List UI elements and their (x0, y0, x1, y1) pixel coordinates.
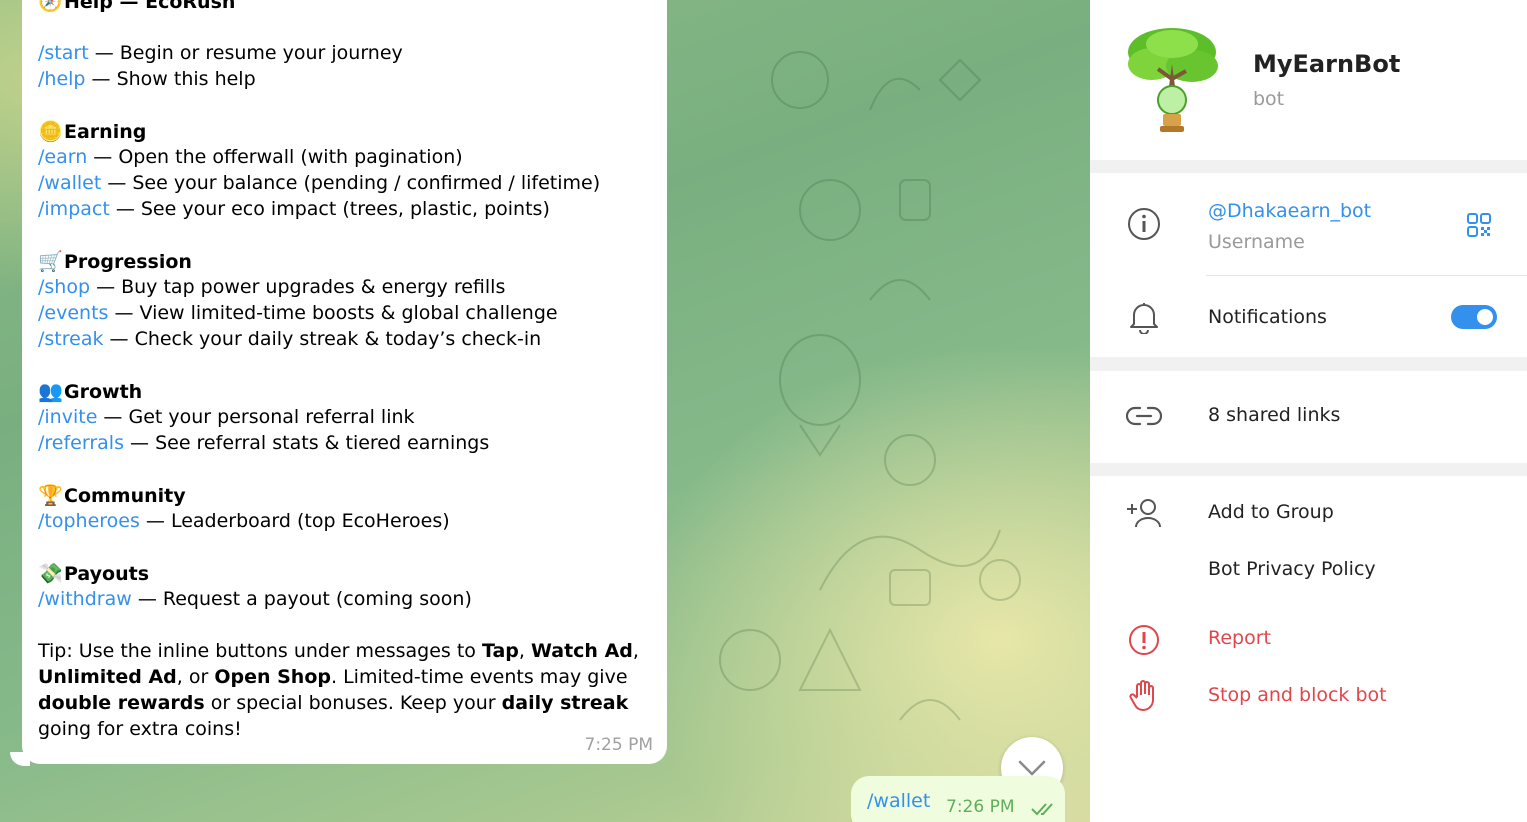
bot-type-label: bot (1253, 88, 1285, 110)
background-doodle (719, 627, 961, 721)
cart-icon: 🛒 (38, 249, 63, 273)
command-line: /topheroes — Leaderboard (top EcoHeroes) (38, 510, 450, 532)
notifications-label: Notifications (1208, 306, 1327, 328)
bubble-tail (10, 752, 30, 766)
command-line: /events — View limited-time boosts & glo… (38, 302, 558, 324)
message-title: 🧭Help — EcoRush (38, 0, 651, 14)
compass-icon: 🧭 (38, 0, 63, 13)
background-doodle (771, 51, 982, 111)
command-link[interactable]: /wallet (38, 172, 101, 194)
outgoing-time: 7:26 PM (946, 797, 1015, 817)
command-link[interactable]: /withdraw (38, 588, 132, 610)
command-line: /wallet — See your balance (pending / co… (38, 172, 601, 194)
outgoing-command[interactable]: /wallet (867, 790, 930, 812)
row-divider (1206, 275, 1527, 276)
command-link[interactable]: /help (38, 68, 85, 90)
bot-privacy-policy-link[interactable]: Bot Privacy Policy (1208, 558, 1376, 580)
info-icon (1128, 208, 1160, 240)
command-line: /earn — Open the offerwall (with paginat… (38, 146, 463, 168)
command-link[interactable]: /invite (38, 406, 97, 428)
tip-paragraph: Tip: Use the inline buttons under messag… (38, 640, 639, 740)
stop-and-block-button[interactable]: Stop and block bot (1208, 684, 1387, 706)
link-icon (1126, 406, 1162, 426)
command-line: /streak — Check your daily streak & toda… (38, 328, 542, 350)
divider (1090, 463, 1527, 476)
outgoing-message-bubble: /wallet 7:26 PM (851, 776, 1065, 822)
report-button[interactable]: Report (1208, 627, 1271, 649)
coin-icon: 🪙 (38, 119, 63, 143)
bot-avatar (1128, 28, 1218, 132)
add-user-icon (1127, 499, 1161, 528)
divider (1090, 160, 1527, 173)
command-line: /help — Show this help (38, 68, 256, 90)
command-line: /referrals — See referral stats & tiered… (38, 432, 490, 454)
money-icon: 💸 (38, 561, 63, 585)
add-to-group-button[interactable]: Add to Group (1208, 501, 1334, 523)
message-time: 7:25 PM (584, 735, 654, 755)
username-caption: Username (1208, 231, 1305, 253)
trophy-icon: 🏆 (38, 483, 63, 507)
section-heading-progression: 🛒Progression (38, 249, 192, 273)
command-link[interactable]: /shop (38, 276, 90, 298)
command-line: /invite — Get your personal referral lin… (38, 406, 415, 428)
chevron-down-icon (1018, 760, 1046, 776)
double-check-icon (1031, 803, 1053, 816)
hand-stop-icon (1129, 680, 1154, 711)
section-heading-growth: 👥Growth (38, 379, 143, 403)
command-link[interactable]: /referrals (38, 432, 124, 454)
divider (1090, 357, 1527, 371)
section-heading-community: 🏆Community (38, 483, 186, 507)
help-message-bubble: 🧭Help — EcoRush /start — Begin or resume… (22, 0, 667, 764)
people-icon: 👥 (38, 379, 63, 403)
bell-icon (1130, 303, 1158, 334)
shared-links-item[interactable]: 8 shared links (1208, 404, 1340, 426)
bot-info-panel: MyEarnBot bot @Dhakaearn_bot Username No… (1090, 0, 1527, 822)
bot-name: MyEarnBot (1253, 50, 1401, 78)
command-line: /impact — See your eco impact (trees, pl… (38, 198, 550, 220)
command-link[interactable]: /start (38, 42, 89, 64)
command-link[interactable]: /events (38, 302, 108, 324)
chat-area: 🧭Help — EcoRush /start — Begin or resume… (0, 0, 1090, 822)
background-doodle (799, 179, 931, 301)
section-heading-earning: 🪙Earning (38, 119, 147, 143)
command-line: /shop — Buy tap power upgrades & energy … (38, 276, 506, 298)
command-link[interactable]: /earn (38, 146, 87, 168)
notifications-toggle[interactable] (1451, 305, 1497, 329)
command-link[interactable]: /streak (38, 328, 103, 350)
section-heading-payouts: 💸Payouts (38, 561, 150, 585)
command-line: /start — Begin or resume your journey (38, 42, 403, 64)
command-link[interactable]: /impact (38, 198, 110, 220)
report-icon (1129, 625, 1159, 655)
command-line: /withdraw — Request a payout (coming soo… (38, 588, 472, 610)
command-link[interactable]: /topheroes (38, 510, 140, 532)
username-link[interactable]: @Dhakaearn_bot (1208, 200, 1371, 222)
qr-code-icon[interactable] (1466, 212, 1492, 238)
